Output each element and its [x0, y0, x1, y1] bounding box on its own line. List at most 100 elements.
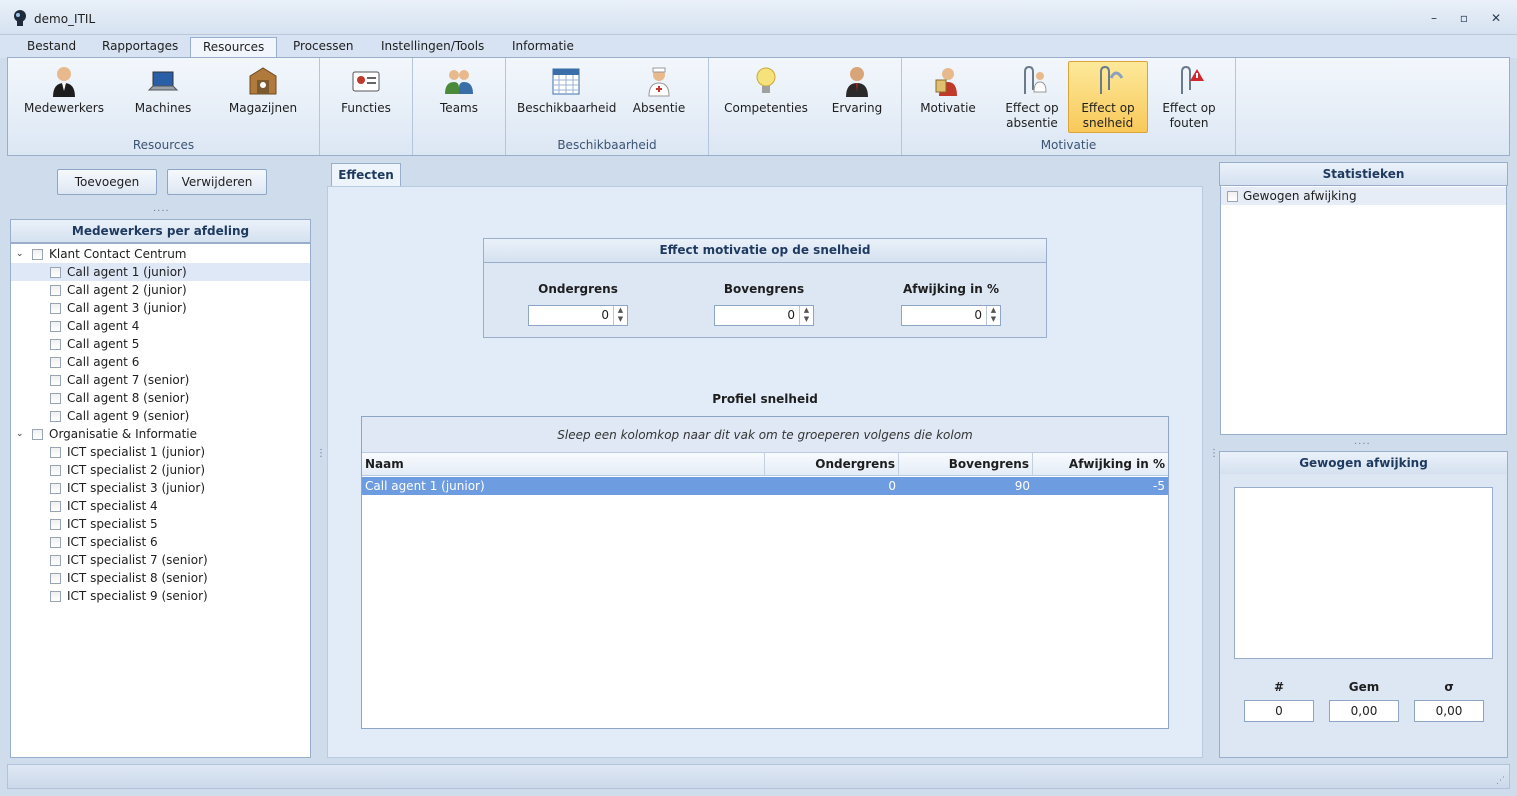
list-item[interactable]: Gewogen afwijking — [1221, 187, 1506, 205]
competenties-button[interactable]: Competenties — [719, 61, 813, 133]
tree-checkbox[interactable] — [50, 555, 61, 566]
tree-checkbox[interactable] — [32, 429, 43, 440]
tree-item[interactable]: Call agent 2 (junior) — [11, 281, 310, 299]
tree-checkbox[interactable] — [50, 519, 61, 530]
machines-button[interactable]: Machines — [123, 61, 203, 133]
ervaring-button[interactable]: Ervaring — [823, 61, 891, 133]
tree-item[interactable]: Call agent 1 (junior) — [11, 263, 310, 281]
tree-item[interactable]: ICT specialist 2 (junior) — [11, 461, 310, 479]
tree-checkbox[interactable] — [50, 537, 61, 548]
cell-naam: Call agent 1 (junior) — [365, 479, 485, 493]
minimize-button[interactable]: – — [1425, 10, 1443, 26]
tree-checkbox[interactable] — [32, 249, 43, 260]
verwijderen-button[interactable]: Verwijderen — [167, 169, 267, 195]
tree-item[interactable]: Call agent 8 (senior) — [11, 389, 310, 407]
effect-op-absentie-button[interactable]: Effect op absentie — [994, 61, 1070, 133]
maximize-button[interactable]: ▫ — [1455, 10, 1473, 26]
chevron-down-icon[interactable]: ⌄ — [16, 425, 24, 443]
tree-checkbox[interactable] — [50, 573, 61, 584]
tab-effecten[interactable]: Effecten — [331, 163, 401, 187]
stepper-arrows-icon[interactable]: ▲ ▼ — [986, 306, 1000, 325]
tree-checkbox[interactable] — [50, 267, 61, 278]
absentie-button[interactable]: Absentie — [628, 61, 690, 133]
tree-item[interactable]: ICT specialist 7 (senior) — [11, 551, 310, 569]
absentie-label: Absentie — [632, 101, 686, 115]
effect-op-snelheid-button[interactable]: Effect op snelheid — [1068, 61, 1148, 133]
tab-resources[interactable]: Resources — [190, 37, 278, 58]
motivatie-button[interactable]: Motivatie — [912, 61, 984, 133]
tree-item[interactable]: ICT specialist 4 — [11, 497, 310, 515]
effect-op-fouten-button[interactable]: Effect op fouten — [1154, 61, 1224, 133]
right-splitter-grip[interactable]: ⋮ — [1209, 449, 1219, 459]
stat-checkbox[interactable] — [1227, 191, 1238, 202]
tree-item[interactable]: Call agent 6 — [11, 353, 310, 371]
profiel-grid[interactable]: Sleep een kolomkop naar dit vak om te gr… — [361, 416, 1169, 729]
tree-item[interactable]: Call agent 3 (junior) — [11, 299, 310, 317]
bovengrens-stepper[interactable]: 0 ▲ ▼ — [714, 305, 814, 326]
effect-op-absentie-label-1: Effect op — [1005, 101, 1059, 115]
tree-item[interactable]: ICT specialist 6 — [11, 533, 310, 551]
tree-item-label: Call agent 2 (junior) — [67, 283, 187, 297]
functies-button[interactable]: Functies — [328, 61, 404, 133]
tree-checkbox[interactable] — [50, 483, 61, 494]
tree-item[interactable]: Call agent 9 (senior) — [11, 407, 310, 425]
column-header-bovengrens[interactable]: Bovengrens — [899, 453, 1033, 475]
magazijnen-button[interactable]: Magazijnen — [220, 61, 306, 133]
tree-checkbox[interactable] — [50, 285, 61, 296]
toevoegen-button[interactable]: Toevoegen — [57, 169, 157, 195]
statistieken-list[interactable]: Gewogen afwijking — [1220, 185, 1507, 435]
tree-checkbox[interactable] — [50, 321, 61, 332]
tree-checkbox[interactable] — [50, 465, 61, 476]
tree-checkbox[interactable] — [50, 591, 61, 602]
beschikbaarheid-button[interactable]: Beschikbaarheid — [516, 61, 616, 133]
tree-checkbox[interactable] — [50, 339, 61, 350]
effect-op-fouten-label-2: fouten — [1169, 116, 1209, 130]
column-header-ondergrens[interactable]: Ondergrens — [765, 453, 899, 475]
medewerkers-button[interactable]: Medewerkers — [16, 61, 112, 133]
tree-checkbox[interactable] — [50, 393, 61, 404]
tab-processen[interactable]: Processen — [281, 37, 366, 58]
tree-item[interactable]: Call agent 5 — [11, 335, 310, 353]
cell-ondergrens: 0 — [888, 479, 896, 493]
splitter-grip[interactable]: .... — [153, 203, 170, 214]
ondergrens-stepper[interactable]: 0 ▲ ▼ — [528, 305, 628, 326]
table-row[interactable]: Call agent 1 (junior) 0 90 -5 — [362, 477, 1168, 495]
motivation-icon — [931, 64, 965, 98]
tree-checkbox[interactable] — [50, 303, 61, 314]
tab-rapportages[interactable]: Rapportages — [90, 37, 190, 58]
column-header-afwijking[interactable]: Afwijking in % — [1033, 453, 1168, 475]
tree-checkbox[interactable] — [50, 411, 61, 422]
tree-checkbox[interactable] — [50, 357, 61, 368]
afwijking-stepper[interactable]: 0 ▲ ▼ — [901, 305, 1001, 326]
tree-group-klant-contact-centrum[interactable]: ⌄ Klant Contact Centrum — [11, 245, 310, 263]
tree-item[interactable]: ICT specialist 1 (junior) — [11, 443, 310, 461]
stats-splitter-grip[interactable]: .... — [1354, 436, 1371, 447]
tree-checkbox[interactable] — [50, 501, 61, 512]
tree-item[interactable]: ICT specialist 9 (senior) — [11, 587, 310, 605]
tree-checkbox[interactable] — [50, 375, 61, 386]
tree-checkbox[interactable] — [50, 447, 61, 458]
tab-bestand[interactable]: Bestand — [15, 37, 88, 58]
tree-group-organisatie-informatie[interactable]: ⌄ Organisatie & Informatie — [11, 425, 310, 443]
group-by-area[interactable]: Sleep een kolomkop naar dit vak om te gr… — [362, 417, 1168, 453]
sigma-label: σ — [1444, 680, 1454, 694]
tab-informatie[interactable]: Informatie — [500, 37, 586, 58]
tree-item[interactable]: ICT specialist 3 (junior) — [11, 479, 310, 497]
tree-item[interactable]: ICT specialist 8 (senior) — [11, 569, 310, 587]
tree-item[interactable]: ICT specialist 5 — [11, 515, 310, 533]
column-header-naam[interactable]: Naam — [362, 453, 765, 475]
tree-item[interactable]: Call agent 4 — [11, 317, 310, 335]
resize-grip-icon[interactable]: ⋰ — [1496, 776, 1505, 786]
tree-item[interactable]: Call agent 7 (senior) — [11, 371, 310, 389]
stepper-arrows-icon[interactable]: ▲ ▼ — [613, 306, 627, 325]
chevron-down-icon[interactable]: ⌄ — [16, 245, 24, 263]
teams-button[interactable]: Teams — [423, 61, 495, 133]
close-button[interactable]: ✕ — [1487, 10, 1505, 26]
stepper-arrows-icon[interactable]: ▲ ▼ — [799, 306, 813, 325]
tree-group-label: Klant Contact Centrum — [49, 247, 187, 261]
employee-tree[interactable]: ⌄ Klant Contact Centrum Call agent 1 (ju… — [10, 243, 311, 758]
left-splitter-grip[interactable]: ⋮ — [316, 449, 326, 459]
tree-item-label: Call agent 5 — [67, 337, 140, 351]
chart-area — [1234, 487, 1493, 659]
tab-instellingen-tools[interactable]: Instellingen/Tools — [369, 37, 496, 58]
